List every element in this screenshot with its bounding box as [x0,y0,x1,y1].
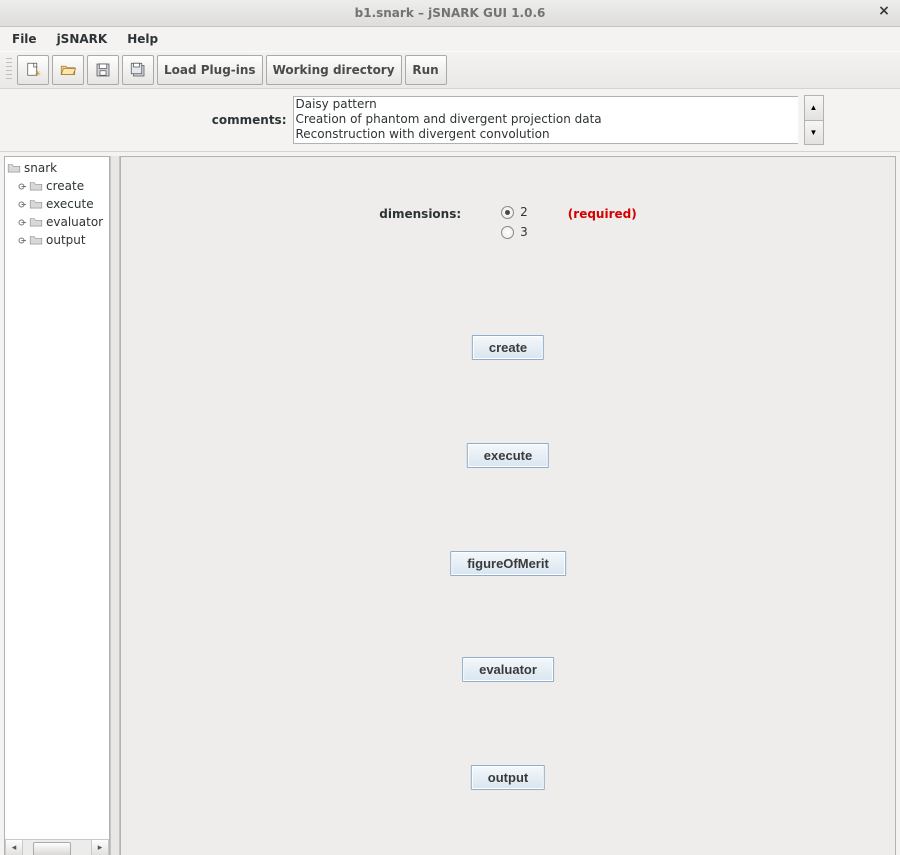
required-indicator: (required) [568,205,637,221]
scroll-left-icon[interactable]: ◂ [5,840,23,855]
open-file-button[interactable] [52,55,84,85]
window-titlebar: b1.snark – jSNARK GUI 1.0.6 × [0,0,900,27]
folder-icon [7,162,21,174]
figure-of-merit-button[interactable]: figureOfMerit [450,551,566,576]
folder-icon [29,216,43,228]
tree-node-label: evaluator [46,215,103,229]
tree-node-label: create [46,179,84,193]
menu-file[interactable]: File [4,30,45,48]
window-close-icon[interactable]: × [876,4,892,20]
load-plugins-button[interactable]: Load Plug-ins [157,55,263,85]
tree-node-label: output [46,233,86,247]
menu-help[interactable]: Help [119,30,166,48]
radio-3[interactable] [501,226,514,239]
comments-label: comments: [77,113,287,127]
dimensions-block: dimensions: 2 3 (required) [121,205,895,239]
working-directory-button[interactable]: Working directory [266,55,402,85]
dimensions-label: dimensions: [379,205,461,221]
tree-node-evaluator[interactable]: evaluator [17,213,107,231]
toolbar: ✳ Load Plug-ins Working directory Run [0,51,900,89]
tree-expand-icon[interactable] [17,182,26,191]
tree-expand-icon[interactable] [17,218,26,227]
floppy-icon [94,61,112,79]
folder-icon [29,234,43,246]
new-file-button[interactable]: ✳ [17,55,49,85]
save-as-button[interactable] [122,55,154,85]
output-button[interactable]: output [471,765,545,790]
tree-expand-icon[interactable] [17,236,26,245]
comments-up-button[interactable]: ▲ [805,96,823,120]
scroll-thumb[interactable] [33,842,71,855]
tree-root[interactable]: snark [7,159,107,177]
execute-button[interactable]: execute [467,443,549,468]
folder-icon [29,198,43,210]
tree-pane: snark create execute [4,156,110,855]
folder-icon [29,180,43,192]
comments-line: Creation of phantom and divergent projec… [296,112,796,127]
new-file-icon: ✳ [24,61,42,79]
run-button[interactable]: Run [405,55,447,85]
comments-spinner: ▲ ▼ [804,95,824,145]
save-button[interactable] [87,55,119,85]
comments-line: Reconstruction with divergent convolutio… [296,127,796,142]
radio-2[interactable] [501,206,514,219]
tree-node-create[interactable]: create [17,177,107,195]
comments-textarea[interactable]: Daisy pattern Creation of phantom and di… [293,96,798,144]
scroll-right-icon[interactable]: ▸ [91,840,109,855]
menubar: File jSNARK Help [0,27,900,51]
create-button[interactable]: create [472,335,544,360]
svg-text:✳: ✳ [35,69,41,78]
main-pane: dimensions: 2 3 (required) create execut… [120,156,896,855]
dimensions-option-3[interactable]: 3 [501,225,528,239]
open-folder-icon [59,61,77,79]
tree-node-label: execute [46,197,94,211]
splitpane-divider[interactable] [110,156,120,855]
dimensions-option-2[interactable]: 2 [501,205,528,219]
tree-node-output[interactable]: output [17,231,107,249]
menu-jsnark[interactable]: jSNARK [49,30,116,48]
window-title: b1.snark – jSNARK GUI 1.0.6 [355,6,546,20]
splitpane: snark create execute [0,151,900,855]
evaluator-button[interactable]: evaluator [462,657,554,682]
tree-node-execute[interactable]: execute [17,195,107,213]
comments-line: Daisy pattern [296,97,796,112]
tree-root-label: snark [24,161,57,175]
comments-down-button[interactable]: ▼ [805,120,823,145]
radio-3-label: 3 [520,225,528,239]
floppy-stack-icon [129,61,147,79]
tree-expand-icon[interactable] [17,200,26,209]
comments-row: comments: Daisy pattern Creation of phan… [0,89,900,151]
tree-horizontal-scrollbar[interactable]: ◂ ▸ [5,839,109,855]
toolbar-grip [6,58,12,82]
radio-2-label: 2 [520,205,528,219]
